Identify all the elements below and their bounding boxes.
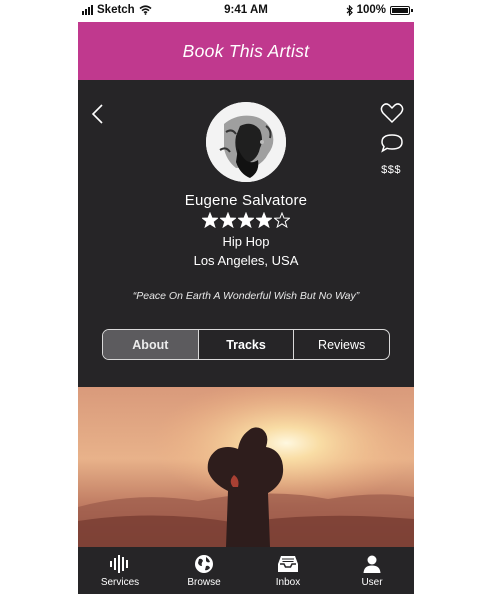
artist-quote: “Peace On Earth A Wonderful Wish But No …	[132, 290, 360, 302]
star-filled-icon	[202, 212, 218, 228]
nav-services-label: Services	[100, 576, 140, 588]
star-empty-icon	[274, 212, 290, 228]
star-filled-icon	[256, 212, 272, 228]
back-chevron-icon[interactable]	[88, 102, 108, 126]
nav-browse[interactable]: Browse	[162, 547, 246, 594]
star-filled-icon	[220, 212, 236, 228]
page-header: Book This Artist	[78, 22, 414, 80]
status-bar: Sketch 9:41 AM 100%	[78, 0, 414, 22]
battery-percent: 100%	[356, 4, 386, 16]
bluetooth-icon	[346, 4, 353, 16]
heart-icon[interactable]	[380, 102, 404, 124]
nav-user[interactable]: User	[330, 547, 414, 594]
nav-user-label: User	[361, 576, 383, 588]
avatar	[206, 102, 286, 182]
artist-portrait-image	[206, 102, 286, 182]
inbox-tray-icon	[278, 555, 298, 572]
nav-browse-label: Browse	[187, 576, 221, 588]
rating-stars	[78, 212, 414, 228]
nav-services[interactable]: Services	[78, 547, 162, 594]
equalizer-icon	[110, 554, 128, 573]
bottom-nav: Services Browse Inbox User	[78, 547, 414, 594]
user-icon	[363, 555, 381, 573]
status-right: 100%	[346, 4, 413, 16]
artist-profile: $$$ Eugene Salvatore Hip Hop Los Angeles…	[78, 80, 414, 387]
nav-inbox-label: Inbox	[275, 576, 301, 588]
tab-tracks[interactable]: Tracks	[197, 330, 294, 359]
nav-inbox[interactable]: Inbox	[246, 547, 330, 594]
artist-location: Los Angeles, USA	[193, 253, 299, 268]
artist-genre: Hip Hop	[222, 234, 270, 249]
star-filled-icon	[238, 212, 254, 228]
profile-tabs: About Tracks Reviews	[102, 329, 390, 360]
tab-about[interactable]: About	[103, 330, 198, 359]
chat-bubble-icon[interactable]	[380, 133, 404, 155]
battery-icon	[390, 5, 413, 15]
artist-name: Eugene Salvatore	[184, 192, 308, 209]
artist-cover-photo	[78, 387, 414, 547]
price-level: $$$	[381, 164, 401, 176]
globe-icon	[195, 554, 213, 573]
page-title: Book This Artist	[182, 40, 310, 61]
tab-reviews[interactable]: Reviews	[293, 330, 389, 359]
phone-screen: Sketch 9:41 AM 100% Book This Artist $$$…	[78, 0, 414, 600]
